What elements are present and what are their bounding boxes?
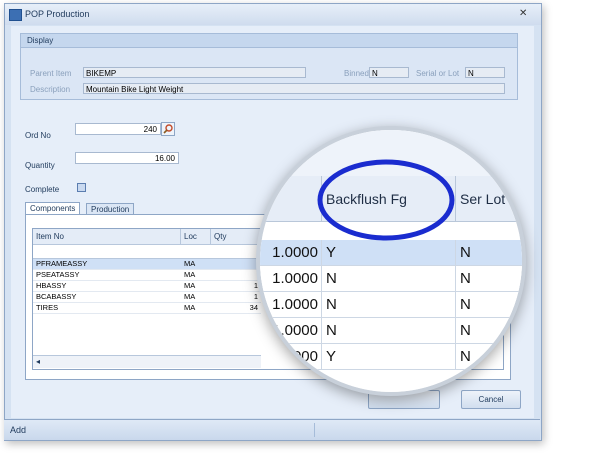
col-header-loc[interactable]: Loc bbox=[181, 229, 211, 245]
col-header-item-no[interactable]: Item No bbox=[33, 229, 181, 245]
cell-qty: 1 bbox=[211, 281, 261, 292]
cell-loc: MA bbox=[181, 270, 211, 281]
status-bar: Add bbox=[4, 419, 540, 440]
parent-item-field: BIKEMP bbox=[83, 67, 306, 78]
status-divider bbox=[314, 423, 315, 437]
status-text: Add bbox=[10, 425, 27, 435]
scroll-left-icon[interactable]: ◂ bbox=[36, 357, 40, 366]
display-group-header: Display bbox=[21, 34, 517, 48]
horizontal-scrollbar[interactable]: ◂ bbox=[33, 355, 261, 368]
app-icon bbox=[9, 9, 22, 21]
cell-item-no: PFRAMEASSY bbox=[33, 259, 181, 270]
cell-item-no: BCABASSY bbox=[33, 292, 181, 303]
cell-loc: MA bbox=[181, 281, 211, 292]
cancel-button[interactable]: Cancel bbox=[461, 390, 521, 409]
cell-item-no: HBASSY bbox=[33, 281, 181, 292]
binned-label: Binned bbox=[344, 69, 369, 78]
cell-loc: MA bbox=[181, 303, 211, 314]
cell-loc: MA bbox=[181, 259, 211, 270]
cell-item-no: PSEATASSY bbox=[33, 270, 181, 281]
ord-no-input[interactable]: 240 bbox=[75, 123, 161, 135]
quantity-label: Quantity bbox=[25, 161, 55, 170]
window-title: POP Production bbox=[25, 9, 90, 19]
search-icon[interactable] bbox=[161, 122, 175, 136]
title-bar: POP Production ✕ bbox=[5, 4, 541, 25]
display-group: Display Parent Item BIKEMP Binned N Seri… bbox=[20, 33, 518, 100]
parent-item-label: Parent Item bbox=[30, 69, 72, 78]
display-header-label: Display bbox=[27, 36, 54, 45]
cell-qty bbox=[211, 259, 261, 270]
cell-qty: 34 bbox=[211, 303, 261, 314]
cell-loc: MA bbox=[181, 292, 211, 303]
serial-lot-label: Serial or Lot bbox=[416, 69, 460, 78]
description-field: Mountain Bike Light Weight bbox=[83, 83, 505, 94]
ord-no-label: Ord No bbox=[25, 131, 51, 140]
highlight-ring bbox=[317, 159, 455, 241]
close-icon[interactable]: ✕ bbox=[519, 8, 527, 19]
table-row[interactable]: PFRAMEASSY MA bbox=[33, 259, 261, 270]
cell-qty: 1 bbox=[211, 292, 261, 303]
cell-qty bbox=[211, 270, 261, 281]
magnified-grid: Backflush Fg Ser Lot 1.0000 Y N 1.0000 N… bbox=[260, 130, 522, 392]
table-row[interactable]: BCABASSY MA 1 bbox=[33, 292, 261, 303]
complete-checkbox[interactable] bbox=[77, 183, 86, 192]
cell-item-no: TIRES bbox=[33, 303, 181, 314]
description-label: Description bbox=[30, 85, 71, 94]
table-row[interactable]: TIRES MA 34 bbox=[33, 303, 261, 314]
complete-label: Complete bbox=[25, 185, 60, 194]
binned-field: N bbox=[369, 67, 409, 78]
table-row[interactable]: PSEATASSY MA bbox=[33, 270, 261, 281]
table-row[interactable]: HBASSY MA 1 bbox=[33, 281, 261, 292]
serial-lot-field: N bbox=[465, 67, 505, 78]
magnifier-lens: Backflush Fg Ser Lot 1.0000 Y N 1.0000 N… bbox=[256, 126, 526, 396]
quantity-input[interactable]: 16.00 bbox=[75, 152, 179, 164]
col-header-qty[interactable]: Qty bbox=[211, 229, 261, 245]
filter-row[interactable] bbox=[33, 245, 261, 259]
